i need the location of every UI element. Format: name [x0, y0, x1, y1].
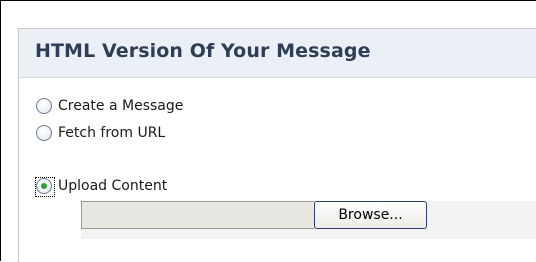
upload-controls: Browse... [81, 201, 536, 239]
html-version-panel: HTML Version Of Your Message Create a Me… [18, 28, 536, 262]
focus-ring [35, 177, 55, 197]
radio-create-message[interactable] [36, 98, 52, 114]
option-label-create-message[interactable]: Create a Message [58, 98, 183, 114]
option-fetch-from-url[interactable]: Fetch from URL [36, 122, 165, 144]
panel-title: HTML Version Of Your Message [35, 40, 371, 62]
outer-frame: HTML Version Of Your Message Create a Me… [0, 0, 536, 262]
browse-button[interactable]: Browse... [314, 201, 427, 229]
option-label-upload-content[interactable]: Upload Content [58, 178, 167, 194]
option-label-fetch-from-url[interactable]: Fetch from URL [58, 125, 165, 141]
radio-fetch-from-url[interactable] [36, 125, 52, 141]
option-create-message[interactable]: Create a Message [36, 95, 183, 117]
panel-header: HTML Version Of Your Message [19, 29, 536, 78]
file-path-field[interactable] [81, 201, 314, 229]
option-upload-content[interactable]: Upload Content [35, 175, 167, 197]
radio-upload-content[interactable] [35, 177, 55, 197]
